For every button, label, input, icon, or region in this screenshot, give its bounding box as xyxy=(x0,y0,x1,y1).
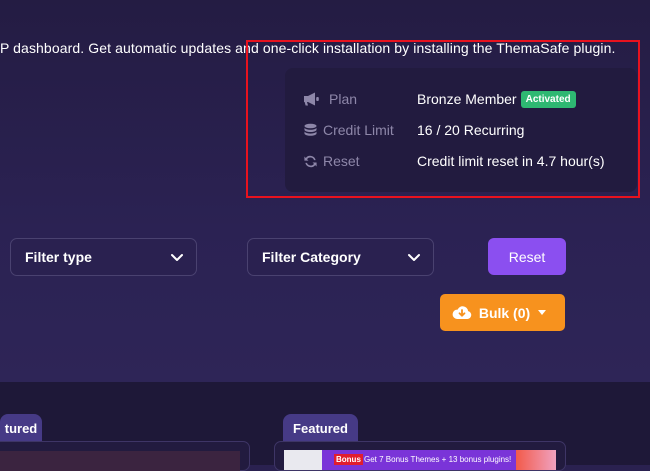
reset-row: Reset Credit limit reset in 4.7 hour(s) xyxy=(285,150,637,172)
reset-label: Reset xyxy=(323,153,360,169)
bulk-label: Bulk (0) xyxy=(478,304,531,321)
plan-value: Bronze Member xyxy=(417,91,517,107)
activated-badge: Activated xyxy=(520,90,576,108)
credit-value: 16 / 20 Recurring xyxy=(417,122,525,138)
reset-label-wrap: Reset xyxy=(303,153,413,169)
cloud-download-icon xyxy=(452,306,472,319)
filter-type-label: Filter type xyxy=(25,249,92,265)
plugin-notice-text: P dashboard. Get automatic updates and o… xyxy=(0,40,616,56)
featured-tab-label: tured xyxy=(4,420,38,436)
filter-category-select[interactable]: Filter Category xyxy=(247,238,434,276)
caret-down-icon xyxy=(538,310,547,315)
bulk-download-button[interactable]: Bulk (0) xyxy=(440,294,565,331)
plan-row: Plan Bronze Member Activated xyxy=(285,88,637,110)
credit-limit-row: Credit Limit 16 / 20 Recurring xyxy=(285,119,637,141)
reset-value: Credit limit reset in 4.7 hour(s) xyxy=(417,153,605,169)
product-thumbnail-right: Bonus Get 7 Bonus Themes + 13 bonus plug… xyxy=(284,450,556,470)
plan-label-wrap: Plan xyxy=(303,91,413,107)
thumbnail-logo xyxy=(284,450,322,470)
chevron-down-icon xyxy=(408,254,420,261)
bonus-text: Get 7 Bonus Themes + 13 bonus plugins! xyxy=(364,455,512,464)
product-thumbnail-left xyxy=(0,451,240,471)
bonus-badge: Bonus xyxy=(334,454,363,465)
thumbnail-image xyxy=(516,450,556,470)
chevron-down-icon xyxy=(171,254,183,261)
credit-label-wrap: Credit Limit xyxy=(303,122,413,138)
filter-type-select[interactable]: Filter type xyxy=(10,238,197,276)
tab-featured-left: tured xyxy=(0,414,42,442)
featured-tab-label: Featured xyxy=(293,420,348,436)
plan-label: Plan xyxy=(329,91,358,107)
megaphone-icon xyxy=(304,92,319,106)
reset-button[interactable]: Reset xyxy=(488,238,566,275)
refresh-icon xyxy=(304,155,317,167)
credit-label: Credit Limit xyxy=(323,122,394,138)
coins-icon xyxy=(304,123,317,136)
filter-category-label: Filter Category xyxy=(262,249,361,265)
plan-value-wrap: Bronze Member Activated xyxy=(417,90,576,108)
tab-featured-right: Featured xyxy=(283,414,358,442)
